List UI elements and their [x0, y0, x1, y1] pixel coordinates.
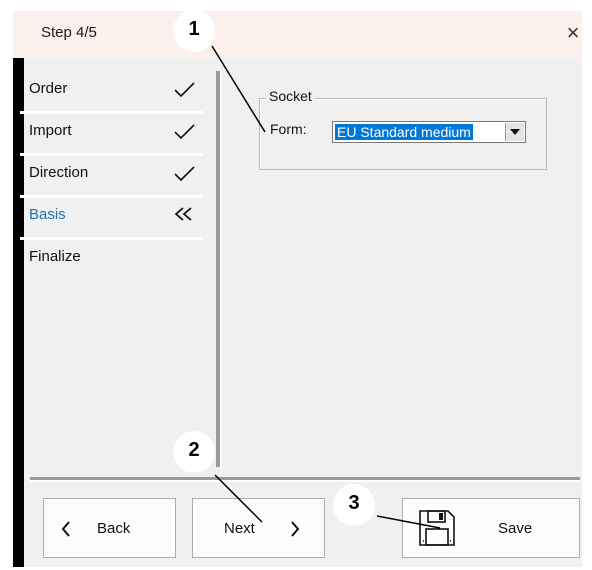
- callout-badge-1: 1: [173, 10, 215, 52]
- callout-leaders: [211, 45, 441, 529]
- callout-number: 1: [188, 18, 200, 40]
- callout-number: 3: [348, 492, 360, 514]
- callout-leader-3: [376, 515, 441, 529]
- callout-leader-2: [214, 474, 263, 523]
- callout-badge-2: 2: [173, 431, 215, 473]
- callout-number: 2: [188, 439, 200, 461]
- callout-badge-3: 3: [333, 484, 375, 526]
- callout-leader-1: [211, 45, 266, 133]
